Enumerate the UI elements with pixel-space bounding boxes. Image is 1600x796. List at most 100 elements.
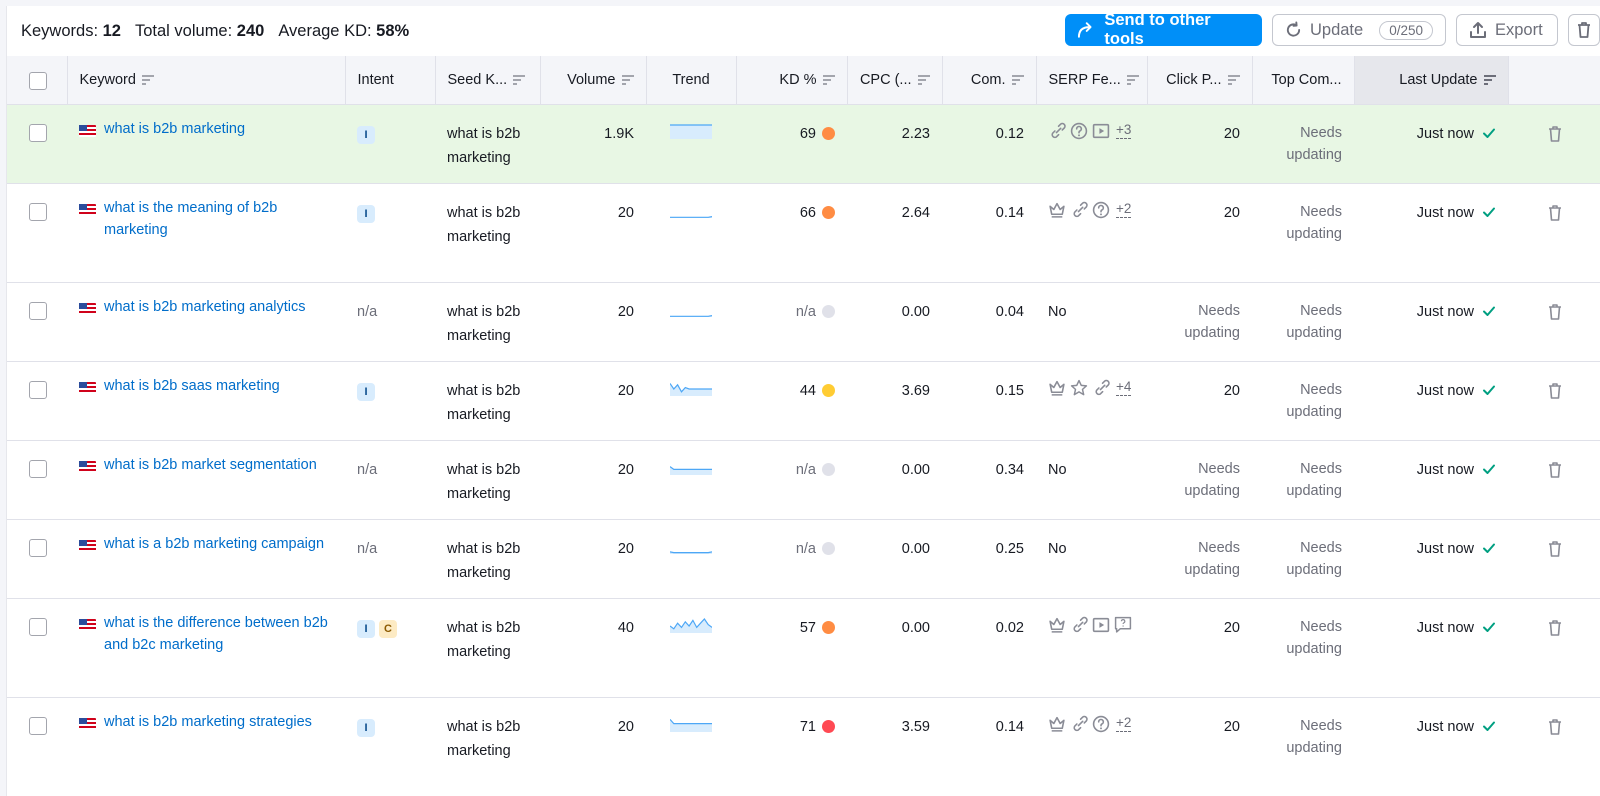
trash-icon[interactable]	[1547, 461, 1563, 479]
col-kd[interactable]: KD %	[735, 56, 847, 104]
trend-sparkline	[670, 123, 712, 139]
crown-icon	[1049, 202, 1065, 218]
question-icon	[1092, 715, 1110, 732]
row-checkbox[interactable]	[29, 380, 47, 399]
keyword-cell: what is b2b marketing strategies	[67, 696, 345, 776]
last-update-text: Just now	[1416, 382, 1474, 399]
col-keyword[interactable]: Keyword	[66, 56, 345, 104]
row-checkbox[interactable]	[29, 123, 47, 142]
check-icon	[1483, 721, 1495, 731]
serp-more-link[interactable]: +3	[1116, 122, 1132, 139]
competition-cell: 0.02	[942, 597, 1036, 697]
question-icon	[1092, 201, 1110, 218]
row-checkbox[interactable]	[29, 202, 47, 221]
kd-indicator-icon	[822, 462, 835, 476]
cpc-cell: 0.00	[847, 518, 942, 598]
trend-sparkline	[670, 215, 712, 218]
last-update-text: Just now	[1416, 619, 1474, 636]
keyword-link[interactable]: what is b2b saas marketing	[104, 375, 280, 397]
kd-indicator-icon	[822, 304, 835, 318]
video-icon	[1092, 617, 1110, 632]
crown-icon	[1049, 716, 1065, 732]
col-seed-keyword[interactable]: Seed K...	[434, 56, 540, 104]
us-flag-icon	[79, 302, 96, 315]
export-icon	[1470, 22, 1486, 38]
check-icon	[1483, 207, 1495, 217]
intent-badge: I	[357, 204, 375, 223]
col-top-competitors[interactable]: Top Com...	[1251, 56, 1354, 104]
keyword-link[interactable]: what is b2b market segmentation	[104, 454, 317, 476]
intent-cell: n/a	[345, 281, 435, 361]
keyword-link[interactable]: what is the difference between b2b and b…	[104, 612, 333, 656]
trash-icon[interactable]	[1547, 204, 1563, 222]
competition-cell: 0.15	[942, 360, 1036, 440]
average-kd: Average KD: 58%	[278, 21, 410, 40]
intent-na: n/a	[357, 303, 378, 320]
col-cpc[interactable]: CPC (...	[846, 56, 942, 104]
row-select-cell	[7, 696, 67, 776]
crown-icon	[1049, 617, 1065, 633]
trash-icon[interactable]	[1547, 303, 1563, 321]
intent-badge: I	[357, 125, 375, 144]
row-checkbox[interactable]	[29, 716, 47, 735]
seed-keyword-cell: what is b2b marketing	[435, 281, 540, 361]
col-serp-features[interactable]: SERP Fe...	[1035, 56, 1147, 104]
keyword-link[interactable]: what is b2b marketing analytics	[104, 296, 306, 318]
us-flag-icon	[79, 717, 96, 730]
serp-more-link[interactable]: +2	[1116, 201, 1132, 218]
col-competition[interactable]: Com.	[941, 56, 1036, 104]
trash-icon[interactable]	[1547, 382, 1563, 400]
select-all-checkbox[interactable]	[29, 71, 47, 90]
col-volume[interactable]: Volume	[539, 56, 646, 104]
volume-cell: 40	[540, 597, 646, 697]
intent-cell: I	[345, 360, 435, 440]
trend-cell	[646, 439, 736, 519]
kd-value: 44	[799, 382, 816, 399]
trash-icon[interactable]	[1547, 619, 1563, 637]
keywords-table: Keyword Intent Seed K... Volume Trend KD…	[7, 56, 1600, 776]
row-select-cell	[7, 103, 67, 183]
intent-cell: I	[345, 103, 435, 183]
click-potential-cell: 20	[1147, 597, 1252, 697]
row-checkbox[interactable]	[29, 459, 47, 478]
serp-more-link[interactable]: +4	[1116, 379, 1132, 396]
col-last-update[interactable]: Last Update	[1353, 56, 1508, 104]
check-icon	[1483, 306, 1495, 316]
col-intent[interactable]: Intent	[344, 56, 435, 104]
serp-features-cell: +2	[1036, 696, 1147, 776]
total-volume: Total volume: 240	[134, 21, 265, 40]
keyword-link[interactable]: what is b2b marketing strategies	[104, 711, 312, 733]
row-checkbox[interactable]	[29, 617, 47, 636]
click-potential-cell: Needs updating	[1147, 439, 1252, 519]
keyword-link[interactable]: what is a b2b marketing campaign	[104, 533, 324, 555]
trend-sparkline	[670, 314, 712, 317]
keyword-cell: what is b2b marketing	[67, 103, 345, 183]
row-checkbox[interactable]	[29, 538, 47, 557]
trash-icon[interactable]	[1547, 540, 1563, 558]
send-to-other-tools-button[interactable]: Send to other tools	[1065, 11, 1262, 48]
table-header: Keyword Intent Seed K... Volume Trend KD…	[7, 56, 1600, 104]
trash-icon[interactable]	[1547, 718, 1563, 736]
export-button[interactable]: Export	[1456, 14, 1558, 46]
row-checkbox[interactable]	[29, 301, 47, 320]
volume-cell: 20	[540, 518, 646, 598]
keyword-cell: what is b2b saas marketing	[67, 360, 345, 440]
cpc-cell: 2.23	[847, 103, 942, 183]
sort-icon	[1227, 74, 1240, 85]
kd-value: 71	[799, 718, 816, 735]
trash-icon[interactable]	[1547, 125, 1563, 143]
serp-more-link[interactable]: +2	[1116, 715, 1132, 732]
delete-selected-button[interactable]	[1568, 14, 1600, 46]
keyword-link[interactable]: what is b2b marketing	[104, 118, 245, 140]
kd-cell: 69	[736, 103, 847, 183]
send-button-label: Send to other tools	[1104, 11, 1211, 48]
click-potential-cell: 20	[1147, 360, 1252, 440]
kd-value: n/a	[795, 540, 816, 557]
update-button[interactable]: Update 0/250	[1272, 14, 1446, 46]
summary-bar: Keywords: 12 Total volume: 240 Average K…	[7, 6, 1600, 56]
keyword-link[interactable]: what is the meaning of b2b marketing	[104, 197, 333, 241]
trend-cell	[646, 360, 736, 440]
col-click-potential[interactable]: Click P...	[1146, 56, 1252, 104]
keyword-cell: what is the difference between b2b and b…	[67, 597, 345, 697]
intent-cell: IC	[345, 597, 435, 697]
